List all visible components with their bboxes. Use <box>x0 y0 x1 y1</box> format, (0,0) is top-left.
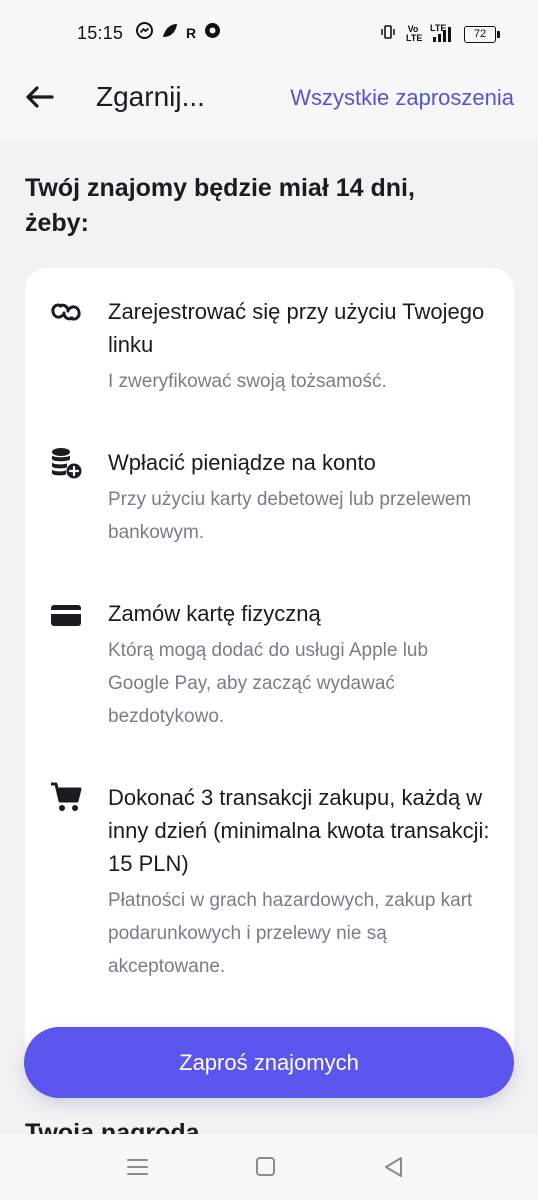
status-notification-icons: R <box>136 21 221 45</box>
link-icon <box>49 295 83 329</box>
home-icon[interactable] <box>253 1156 279 1178</box>
app-header: Zgarnij... Wszystkie zaproszenia <box>0 62 538 140</box>
step-description: Którą mogą dodać do usługi Apple lub Goo… <box>108 640 429 727</box>
card-icon <box>49 598 83 632</box>
arrow-left-icon <box>26 86 54 108</box>
menu-icon[interactable] <box>125 1156 151 1178</box>
signal-icon: LTE <box>430 24 454 42</box>
messenger-icon <box>136 21 153 45</box>
reward-heading: Twoja nagroda <box>25 1119 200 1134</box>
step-title: Zarejestrować się przy użyciu Twojego li… <box>108 299 485 357</box>
step-description: Przy użyciu karty debetowej lub przelewe… <box>108 489 472 543</box>
shield-icon <box>204 22 221 45</box>
battery-indicator: 72 <box>464 25 500 43</box>
status-bar: 15:15 R Vo LTE LTE 72 <box>0 0 538 62</box>
page-title: Zgarnij... <box>96 81 205 112</box>
back-button[interactable] <box>22 80 56 114</box>
section-heading: Twój znajomy będzie miał 14 dni, żeby: <box>25 174 415 237</box>
invite-friends-button[interactable]: Zaproś znajomych <box>24 1027 514 1098</box>
vibrate-icon <box>380 24 396 45</box>
all-invites-link[interactable]: Wszystkie zaproszenia <box>290 85 514 111</box>
back-icon[interactable] <box>381 1156 407 1178</box>
volte-indicator: Vo LTE <box>406 24 423 43</box>
r-icon: R <box>186 25 197 41</box>
system-nav-bar <box>0 1134 538 1200</box>
status-system-icons: Vo LTE LTE 72 <box>380 24 500 45</box>
step-title: Zamów kartę fizyczną <box>108 601 321 626</box>
step-title: Wpłacić pieniądze na konto <box>108 450 376 475</box>
step-title: Dokonać 3 transakcji zakupu, każdą w inn… <box>108 785 490 876</box>
step-description: I zweryfikować swoją tożsamość. <box>108 371 387 392</box>
leaf-icon <box>161 22 178 45</box>
coins-add-icon <box>49 446 83 480</box>
step-description: Płatności w grach hazardowych, zakup kar… <box>108 890 473 977</box>
steps-card: Zarejestrować się przy użyciu Twojego li… <box>25 268 514 1068</box>
cart-icon <box>49 780 83 814</box>
status-time: 15:15 <box>77 23 124 43</box>
